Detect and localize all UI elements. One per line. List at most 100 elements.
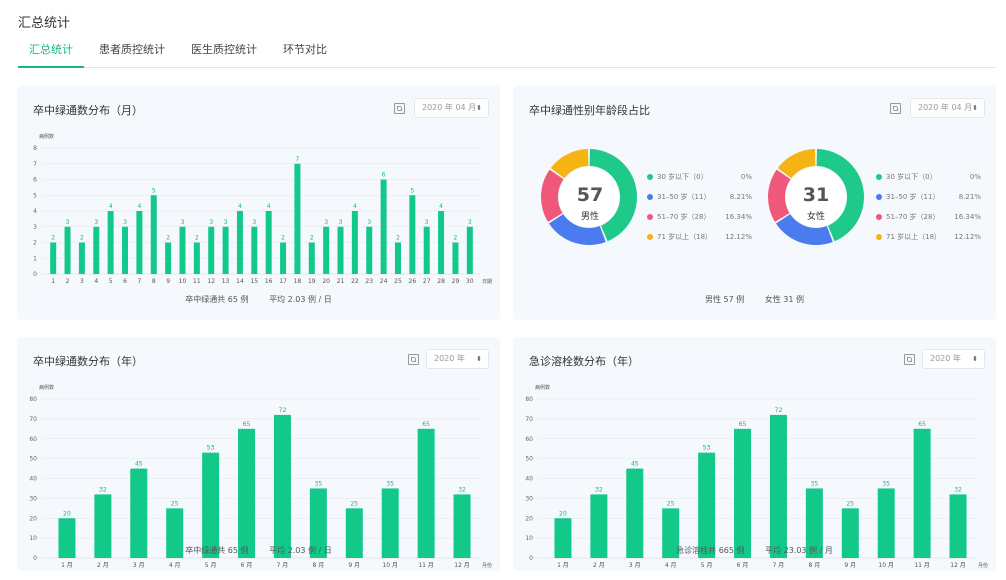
y-tick-label: 10 xyxy=(29,535,37,542)
x-tick-label: 5 xyxy=(109,278,113,285)
expand-icon[interactable] xyxy=(890,103,901,114)
select-caret-icon: ⬍ xyxy=(972,104,978,112)
chart-summary: 男性 57 例 女性 31 例 xyxy=(513,294,996,305)
bar-value-label: 3 xyxy=(94,219,98,226)
y-axis-label: 病例数 xyxy=(39,133,54,140)
legend-percent: 0% xyxy=(969,173,981,181)
legend-label: 31–50 岁（11） xyxy=(657,193,711,201)
summary-total: 卒中绿通共 65 例 xyxy=(185,546,249,555)
bar-value-label: 35 xyxy=(882,480,890,487)
bar-value-label: 32 xyxy=(595,486,603,493)
bar xyxy=(337,226,344,274)
x-tick-label: 20 xyxy=(322,278,330,285)
bar xyxy=(280,242,287,274)
x-tick-label: 4 月 xyxy=(665,562,677,569)
legend-row: 31–50 岁（11） 8.21% xyxy=(647,187,752,207)
legend-percent: 8.21% xyxy=(729,193,752,201)
y-tick-label: 60 xyxy=(29,436,37,443)
legend-percent: 16.34% xyxy=(954,213,981,221)
yearly-distribution-card: 卒中绿通数分布（年） 2020 年 ⬍ 病例数 0 10 20 30 40 50 60 70 80 2… xyxy=(17,337,500,571)
y-tick-label: 20 xyxy=(525,515,533,522)
y-tick-label: 10 xyxy=(525,535,533,542)
bar-value-label: 4 xyxy=(439,203,443,210)
legend-percent: 8.21% xyxy=(958,193,981,201)
x-axis-label: 月份 xyxy=(978,562,988,569)
bar-value-label: 25 xyxy=(171,500,179,507)
year-select[interactable]: 2020 年 ⬍ xyxy=(922,349,985,369)
x-tick-label: 23 xyxy=(365,278,373,285)
chart-summary: 卒中绿通共 65 例 平均 2.03 例 / 日 xyxy=(17,545,500,556)
bar-value-label: 32 xyxy=(99,486,107,493)
legend-row: 71 岁以上（18） 12.12% xyxy=(876,227,981,247)
bar-value-label: 2 xyxy=(310,235,314,242)
bar-value-label: 4 xyxy=(353,203,357,210)
bar xyxy=(50,242,57,274)
legend-dot-icon xyxy=(647,174,653,180)
x-tick-label: 11 xyxy=(193,278,201,285)
expand-icon[interactable] xyxy=(408,354,419,365)
female-count: 31 xyxy=(802,184,830,206)
legend-label: 71 岁以上（18） xyxy=(886,233,942,241)
x-tick-label: 10 月 xyxy=(878,562,894,569)
x-tick-label: 16 xyxy=(265,278,273,285)
bar xyxy=(179,226,186,274)
card-title: 卒中绿通数分布（年） xyxy=(33,355,143,368)
tab-patient-qc[interactable]: 患者质控统计 xyxy=(88,36,176,68)
legend-row: 51–70 岁（28） 16.34% xyxy=(876,207,981,227)
legend-dot-icon xyxy=(876,174,882,180)
bar xyxy=(273,414,291,558)
tab-bar: 汇总统计 患者质控统计 医生质控统计 环节对比 xyxy=(18,36,996,68)
bar xyxy=(466,226,473,274)
y-axis-label: 病例数 xyxy=(39,384,54,391)
month-select[interactable]: 2020 年 04 月 ⬍ xyxy=(414,98,489,118)
bar xyxy=(107,211,114,274)
legend-row: 31–50 岁（11） 8.21% xyxy=(876,187,981,207)
x-tick-label: 8 xyxy=(152,278,156,285)
bar xyxy=(208,226,215,274)
legend-percent: 16.34% xyxy=(725,213,752,221)
y-tick-label: 7 xyxy=(33,161,37,168)
bar-value-label: 25 xyxy=(350,500,358,507)
bar-value-label: 7 xyxy=(296,156,300,163)
bar xyxy=(236,211,243,274)
x-tick-label: 2 月 xyxy=(593,562,605,569)
x-axis-label: 月份 xyxy=(482,562,492,569)
bar-value-label: 2 xyxy=(195,235,199,242)
bar xyxy=(769,414,787,558)
x-tick-label: 3 xyxy=(80,278,84,285)
bar xyxy=(438,211,445,274)
expand-icon[interactable] xyxy=(394,103,405,114)
x-tick-label: 12 月 xyxy=(454,562,470,569)
y-tick-label: 60 xyxy=(525,436,533,443)
bar xyxy=(323,226,330,274)
legend-row: 71 岁以上（18） 12.12% xyxy=(647,227,752,247)
tab-doctor-qc[interactable]: 医生质控统计 xyxy=(180,36,268,68)
year-select[interactable]: 2020 年 ⬍ xyxy=(426,349,489,369)
x-tick-label: 21 xyxy=(337,278,345,285)
bar xyxy=(366,226,373,274)
month-select[interactable]: 2020 年 04 月 ⬍ xyxy=(910,98,985,118)
y-tick-label: 3 xyxy=(33,224,37,231)
bar-value-label: 3 xyxy=(324,219,328,226)
x-tick-label: 13 xyxy=(222,278,230,285)
bar-value-label: 4 xyxy=(238,203,242,210)
tab-summary[interactable]: 汇总统计 xyxy=(18,36,84,68)
bar-value-label: 2 xyxy=(80,235,84,242)
x-tick-label: 7 月 xyxy=(773,562,785,569)
bar-value-label: 72 xyxy=(775,407,783,414)
bar-value-label: 3 xyxy=(425,219,429,226)
x-tick-label: 6 月 xyxy=(241,562,253,569)
x-tick-label: 30 xyxy=(466,278,474,285)
x-tick-label: 19 xyxy=(308,278,316,285)
tab-stage-compare[interactable]: 环节对比 xyxy=(272,36,338,68)
y-tick-label: 40 xyxy=(525,476,533,483)
card-title: 卒中绿通性别年龄段占比 xyxy=(529,104,650,117)
bar xyxy=(351,211,358,274)
x-tick-label: 26 xyxy=(409,278,417,285)
select-caret-icon: ⬍ xyxy=(476,104,482,112)
summary-total: 急诊溶栓共 665 例 xyxy=(676,546,745,555)
bar-value-label: 32 xyxy=(954,486,962,493)
bar-value-label: 3 xyxy=(224,219,228,226)
bar-value-label: 3 xyxy=(181,219,185,226)
expand-icon[interactable] xyxy=(904,354,915,365)
